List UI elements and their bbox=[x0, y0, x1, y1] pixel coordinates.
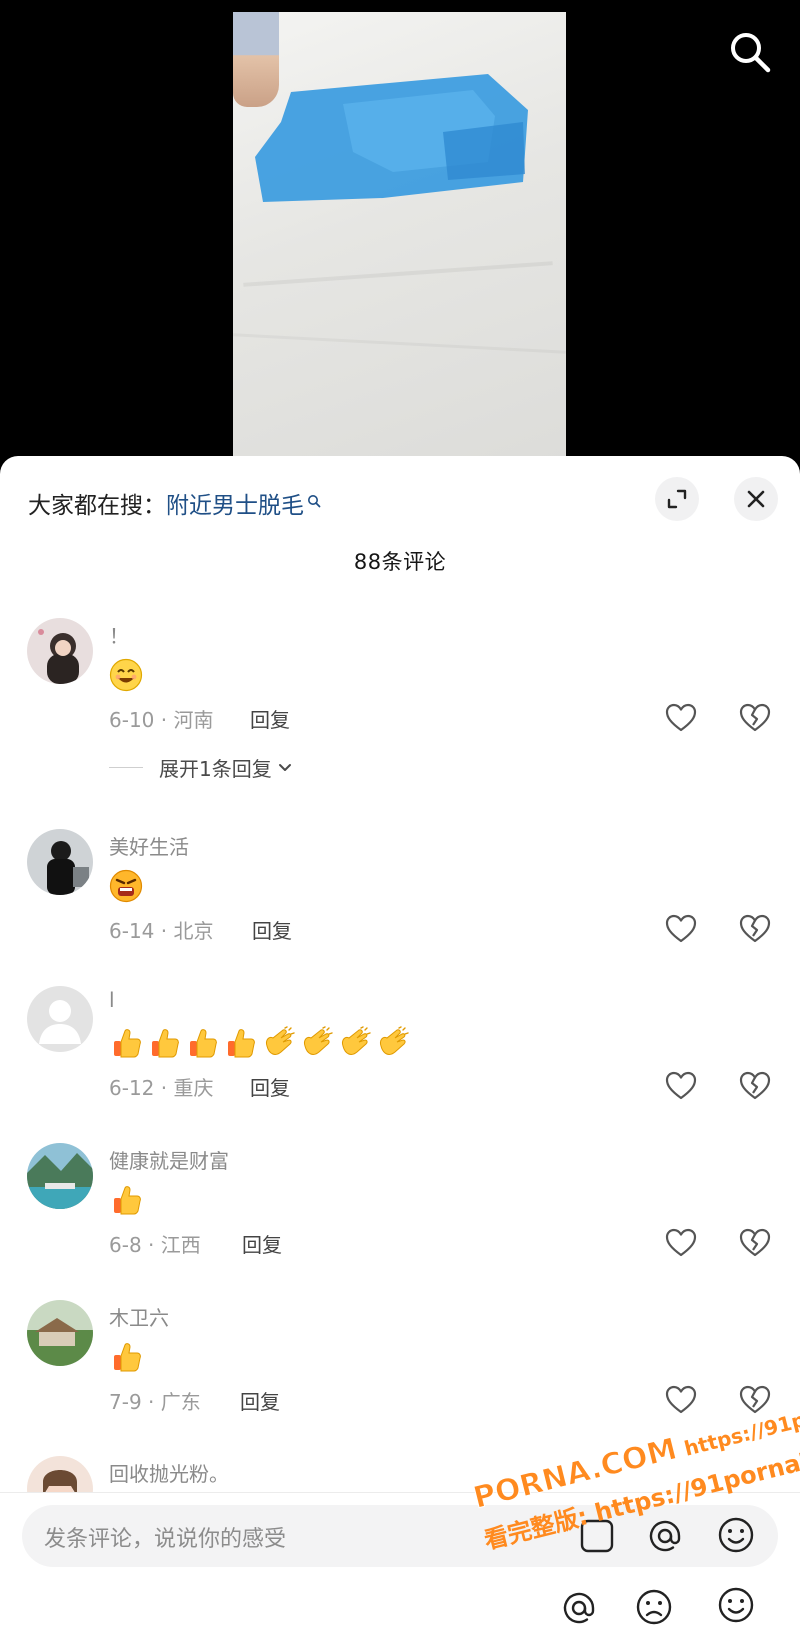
comment-username[interactable]: 木卫六 bbox=[109, 1302, 169, 1331]
clap-emoji-icon bbox=[380, 1026, 409, 1055]
comment-date-location: 6-10 · 河南 bbox=[109, 708, 214, 732]
comment-input-bar: 发条评论，说说你的感受 bbox=[0, 1492, 800, 1642]
expand-icon[interactable] bbox=[655, 477, 699, 521]
small-search-icon bbox=[307, 488, 321, 514]
clap-emoji-icon bbox=[304, 1026, 333, 1055]
thumbs-up-emoji-icon bbox=[152, 1029, 179, 1058]
grin-emoji-icon bbox=[109, 658, 143, 692]
avatar[interactable] bbox=[27, 986, 93, 1052]
broken-heart-icon[interactable] bbox=[738, 1227, 772, 1259]
video-frame[interactable] bbox=[233, 12, 566, 470]
expand-replies-label: 展开1条回复 bbox=[159, 757, 272, 781]
comment-date-location: 7-9 · 广东 bbox=[109, 1390, 201, 1414]
hot-search-bar: 大家都在搜：附近男士脱毛 bbox=[28, 486, 321, 520]
reply-button[interactable]: 回复 bbox=[240, 1386, 280, 1415]
comment-content bbox=[109, 1026, 409, 1062]
comment-count: 88条评论 bbox=[353, 550, 447, 574]
thumbs-up-emoji-icon bbox=[114, 1029, 141, 1058]
smile-icon[interactable] bbox=[716, 1585, 756, 1629]
comment-content bbox=[109, 1340, 143, 1376]
hot-search-prefix: 大家都在搜： bbox=[28, 493, 166, 519]
comment-username[interactable]: ！ bbox=[109, 620, 129, 649]
clap-emoji-icon bbox=[266, 1026, 295, 1055]
thumbs-up-emoji-icon bbox=[114, 1186, 141, 1215]
close-icon[interactable] bbox=[734, 477, 778, 521]
heart-icon[interactable] bbox=[664, 913, 698, 945]
comment-username[interactable]: 健康就是财富 bbox=[109, 1145, 229, 1174]
expand-replies-button[interactable]: 展开1条回复 bbox=[109, 753, 294, 782]
thumbs-up-emoji-icon bbox=[190, 1029, 217, 1058]
reply-button[interactable]: 回复 bbox=[250, 704, 290, 733]
comment-content bbox=[109, 1183, 143, 1219]
heart-icon[interactable] bbox=[664, 1384, 698, 1416]
blue-cloth bbox=[255, 74, 528, 202]
heart-icon[interactable] bbox=[664, 1227, 698, 1259]
comment-date-location: 6-14 · 北京 bbox=[109, 919, 214, 943]
avatar[interactable] bbox=[27, 829, 93, 895]
reply-button[interactable]: 回复 bbox=[250, 1072, 290, 1101]
at-icon[interactable] bbox=[560, 1589, 598, 1631]
broken-heart-icon[interactable] bbox=[738, 702, 772, 734]
comment-username[interactable]: l bbox=[109, 988, 115, 1012]
comment-input-placeholder: 发条评论，说说你的感受 bbox=[44, 1527, 287, 1552]
clap-emoji-icon bbox=[342, 1026, 371, 1055]
at-icon[interactable] bbox=[646, 1517, 684, 1559]
comment-username[interactable]: 美好生活 bbox=[109, 831, 189, 860]
search-icon[interactable] bbox=[728, 30, 772, 74]
broken-heart-icon[interactable] bbox=[738, 913, 772, 945]
heart-icon[interactable] bbox=[664, 702, 698, 734]
reply-button[interactable]: 回复 bbox=[242, 1229, 282, 1258]
thumbs-up-emoji-icon bbox=[228, 1029, 255, 1058]
broken-heart-icon[interactable] bbox=[738, 1070, 772, 1102]
avatar[interactable] bbox=[27, 1300, 93, 1366]
sad-emoji-icon[interactable] bbox=[634, 1587, 674, 1631]
divider bbox=[109, 767, 143, 768]
video-area[interactable] bbox=[0, 0, 800, 470]
comment-content bbox=[109, 869, 143, 905]
thumbs-up-emoji-icon bbox=[114, 1343, 141, 1372]
angry-emoji-icon bbox=[109, 869, 143, 903]
chevron-down-icon bbox=[278, 763, 291, 771]
heart-icon[interactable] bbox=[664, 1070, 698, 1102]
comment-date-location: 6-12 · 重庆 bbox=[109, 1076, 214, 1100]
comment-date-location: 6-8 · 江西 bbox=[109, 1233, 201, 1257]
reply-button[interactable]: 回复 bbox=[252, 915, 292, 944]
avatar[interactable] bbox=[27, 1143, 93, 1209]
emoji-icon[interactable] bbox=[716, 1515, 756, 1559]
comment-content bbox=[109, 658, 143, 694]
avatar[interactable] bbox=[27, 618, 93, 684]
hot-search-link[interactable]: 附近男士脱毛 bbox=[166, 493, 304, 519]
comment-username[interactable]: 回收抛光粉。 bbox=[109, 1458, 229, 1487]
